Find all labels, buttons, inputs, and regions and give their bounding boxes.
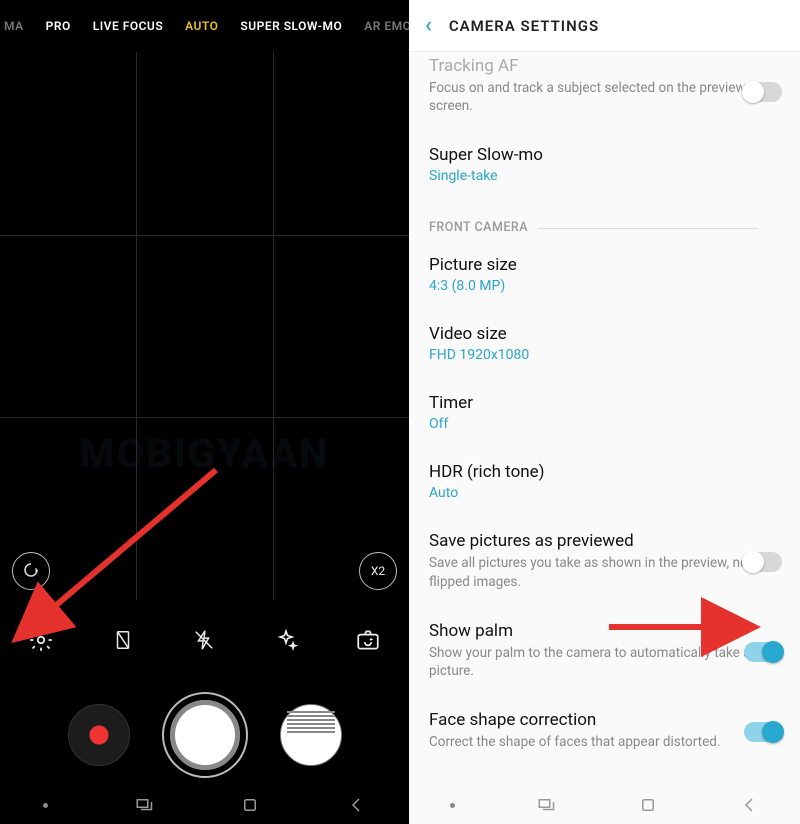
mode-panorama-cut[interactable]: MA xyxy=(4,19,24,33)
setting-title: Picture size xyxy=(429,255,780,275)
setting-tracking-af[interactable]: Tracking AF Focus on and track a subject… xyxy=(409,52,800,131)
mode-live-focus[interactable]: LIVE FOCUS xyxy=(93,19,163,33)
camera-viewfinder[interactable] xyxy=(0,52,409,600)
setting-value: Single-take xyxy=(429,168,780,184)
setting-title: Face shape correction xyxy=(429,710,780,730)
switch-camera-icon[interactable] xyxy=(354,626,382,654)
setting-sub: Focus on and track a subject selected on… xyxy=(429,79,780,115)
back-icon[interactable] xyxy=(739,795,759,815)
wide-lens-icon xyxy=(22,561,40,582)
camera-settings-screen: ‹ CAMERA SETTINGS Tracking AF Focus on a… xyxy=(409,0,800,824)
gallery-thumbnail[interactable] xyxy=(280,704,342,766)
setting-sub: Correct the shape of faces that appear d… xyxy=(429,733,780,751)
section-front-camera: FRONT CAMERA xyxy=(409,200,800,241)
settings-list[interactable]: Tracking AF Focus on and track a subject… xyxy=(409,52,800,786)
settings-gear-icon[interactable] xyxy=(27,626,55,654)
mode-super-slowmo[interactable]: SUPER SLOW-MO xyxy=(240,19,342,33)
setting-title: Timer xyxy=(429,393,780,413)
nav-dot-icon xyxy=(450,803,455,808)
toggle-face-shape[interactable] xyxy=(744,722,782,742)
setting-sub: Show your palm to the camera to automati… xyxy=(429,644,780,680)
settings-title: CAMERA SETTINGS xyxy=(449,17,599,35)
toggle-show-palm[interactable] xyxy=(744,642,782,662)
setting-show-palm[interactable]: Show palm Show your palm to the camera t… xyxy=(409,607,800,696)
grid-line xyxy=(273,52,274,600)
zoom-2x-label: X2 xyxy=(371,564,385,578)
setting-hdr[interactable]: HDR (rich tone) Auto xyxy=(409,448,800,517)
section-common: COMMON xyxy=(409,768,800,786)
android-navbar-left xyxy=(0,786,409,824)
wide-lens-button[interactable] xyxy=(12,552,50,590)
setting-super-slowmo[interactable]: Super Slow-mo Single-take xyxy=(409,131,800,200)
setting-title: Tracking AF xyxy=(429,56,780,76)
setting-video-size[interactable]: Video size FHD 1920x1080 xyxy=(409,310,800,379)
mode-ar-emoji-cut[interactable]: AR EMO xyxy=(364,19,409,33)
toggle-save-previewed[interactable] xyxy=(744,552,782,572)
back-icon[interactable] xyxy=(346,795,366,815)
zoom-2x-button[interactable]: X2 xyxy=(359,552,397,590)
settings-header: ‹ CAMERA SETTINGS xyxy=(409,0,800,52)
setting-value: Off xyxy=(429,416,780,432)
setting-title: Video size xyxy=(429,324,780,344)
record-video-button[interactable] xyxy=(68,704,130,766)
mode-pro[interactable]: PRO xyxy=(46,19,71,33)
setting-title: Super Slow-mo xyxy=(429,145,780,165)
camera-mode-bar[interactable]: MA PRO LIVE FOCUS AUTO SUPER SLOW-MO AR … xyxy=(0,0,409,52)
setting-face-shape-correction[interactable]: Face shape correction Correct the shape … xyxy=(409,696,800,767)
recents-icon[interactable] xyxy=(134,795,154,815)
setting-value: Auto xyxy=(429,485,780,501)
setting-title: HDR (rich tone) xyxy=(429,462,780,482)
mode-auto[interactable]: AUTO xyxy=(185,19,218,33)
fullscreen-icon[interactable] xyxy=(109,626,137,654)
grid-line xyxy=(136,52,137,600)
back-arrow-icon[interactable]: ‹ xyxy=(425,13,433,38)
shutter-row xyxy=(0,680,409,790)
toggle-tracking-af[interactable] xyxy=(744,82,782,102)
setting-timer[interactable]: Timer Off xyxy=(409,379,800,448)
shutter-button[interactable] xyxy=(164,694,246,776)
effects-icon[interactable] xyxy=(272,626,300,654)
setting-picture-size[interactable]: Picture size 4:3 (8.0 MP) xyxy=(409,241,800,310)
android-navbar-right xyxy=(409,786,800,824)
grid-line xyxy=(0,417,409,418)
recents-icon[interactable] xyxy=(536,795,556,815)
grid-line xyxy=(0,235,409,236)
flash-off-icon[interactable] xyxy=(190,626,218,654)
setting-title: Show palm xyxy=(429,621,780,641)
nav-dot-icon xyxy=(43,803,48,808)
setting-value: 4:3 (8.0 MP) xyxy=(429,278,780,294)
home-icon[interactable] xyxy=(638,795,658,815)
setting-title: Save pictures as previewed xyxy=(429,531,780,551)
setting-save-as-previewed[interactable]: Save pictures as previewed Save all pict… xyxy=(409,517,800,606)
camera-tool-row xyxy=(0,612,409,668)
camera-app: MA PRO LIVE FOCUS AUTO SUPER SLOW-MO AR … xyxy=(0,0,409,824)
setting-value: FHD 1920x1080 xyxy=(429,347,780,363)
setting-sub: Save all pictures you take as shown in t… xyxy=(429,554,780,590)
home-icon[interactable] xyxy=(240,795,260,815)
